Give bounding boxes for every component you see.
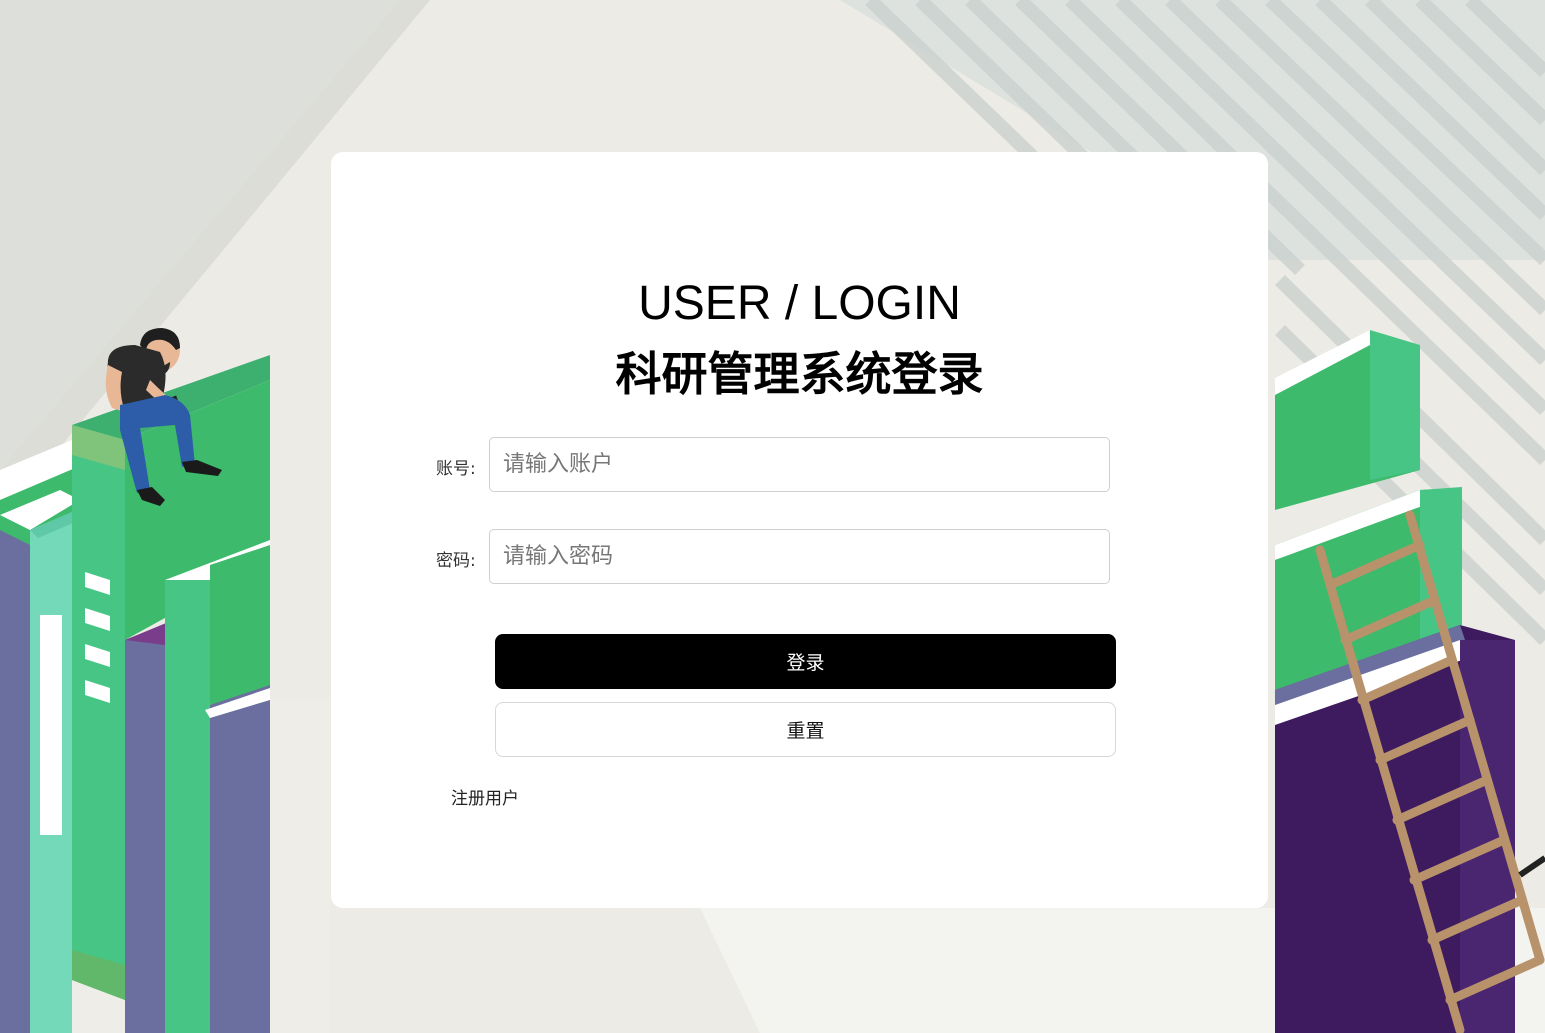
login-button-label: 登录 xyxy=(786,652,825,674)
page-title-cn: 科研管理系统登录 xyxy=(615,347,984,401)
register-link[interactable]: 注册用户 xyxy=(451,784,519,809)
account-label: 账号: xyxy=(436,459,476,479)
password-label: 密码: xyxy=(436,551,476,571)
reset-button[interactable]: 重置 xyxy=(495,702,1116,757)
account-input[interactable] xyxy=(489,437,1110,492)
login-page: USER / LOGIN 科研管理系统登录 账号: 密码: 登录 重置 注册用户 xyxy=(0,0,1545,1033)
reset-button-label: 重置 xyxy=(786,720,825,742)
page-title-en: USER / LOGIN xyxy=(638,277,961,330)
login-button[interactable]: 登录 xyxy=(495,634,1116,689)
password-input[interactable] xyxy=(489,529,1110,584)
